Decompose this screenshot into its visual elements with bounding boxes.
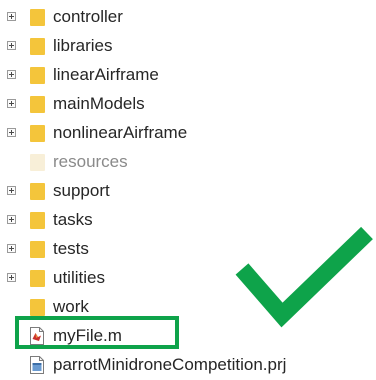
expand-icon[interactable] bbox=[7, 128, 16, 137]
tree-item-project-file[interactable]: parrotMinidroneCompetition.prj bbox=[0, 352, 340, 380]
highlight-box bbox=[15, 316, 179, 349]
tree-item-label: linearAirframe bbox=[53, 65, 159, 84]
expand-icon[interactable] bbox=[7, 186, 16, 195]
tree-item-label: resources bbox=[53, 152, 128, 171]
tree-item-label: controller bbox=[53, 7, 123, 26]
tree-item-libraries[interactable]: libraries bbox=[0, 33, 340, 61]
expand-icon[interactable] bbox=[7, 41, 16, 50]
tree-item-label: tasks bbox=[53, 210, 93, 229]
expand-icon[interactable] bbox=[7, 273, 16, 282]
tree-item-label: mainModels bbox=[53, 94, 145, 113]
folder-icon bbox=[30, 270, 45, 287]
tree-item-nonlinear-airframe[interactable]: nonlinearAirframe bbox=[0, 120, 340, 148]
tree-item-controller[interactable]: controller bbox=[0, 4, 340, 32]
expand-icon[interactable] bbox=[7, 12, 16, 21]
folder-icon bbox=[30, 9, 45, 26]
folder-icon bbox=[30, 183, 45, 200]
tree-item-label: parrotMinidroneCompetition.prj bbox=[53, 355, 287, 374]
folder-icon bbox=[30, 154, 45, 171]
project-file-icon bbox=[30, 356, 44, 374]
tree-item-resources[interactable]: resources bbox=[0, 149, 340, 177]
folder-icon bbox=[30, 125, 45, 142]
tree-item-label: nonlinearAirframe bbox=[53, 123, 188, 142]
tree-item-label: tests bbox=[53, 239, 89, 258]
tree-item-linear-airframe[interactable]: linearAirframe bbox=[0, 62, 340, 90]
expand-icon[interactable] bbox=[7, 70, 16, 79]
folder-icon bbox=[30, 96, 45, 113]
folder-icon bbox=[30, 241, 45, 258]
tree-item-support[interactable]: support bbox=[0, 178, 340, 206]
tree-item-label: libraries bbox=[53, 36, 113, 55]
expand-icon[interactable] bbox=[7, 215, 16, 224]
expand-icon[interactable] bbox=[7, 244, 16, 253]
checkmark-icon bbox=[235, 226, 373, 328]
expand-icon[interactable] bbox=[7, 99, 16, 108]
tree-item-label: support bbox=[53, 181, 110, 200]
tree-item-label: utilities bbox=[53, 268, 105, 287]
folder-icon bbox=[30, 212, 45, 229]
folder-icon bbox=[30, 299, 45, 316]
folder-icon bbox=[30, 67, 45, 84]
tree-item-main-models[interactable]: mainModels bbox=[0, 91, 340, 119]
folder-icon bbox=[30, 38, 45, 55]
